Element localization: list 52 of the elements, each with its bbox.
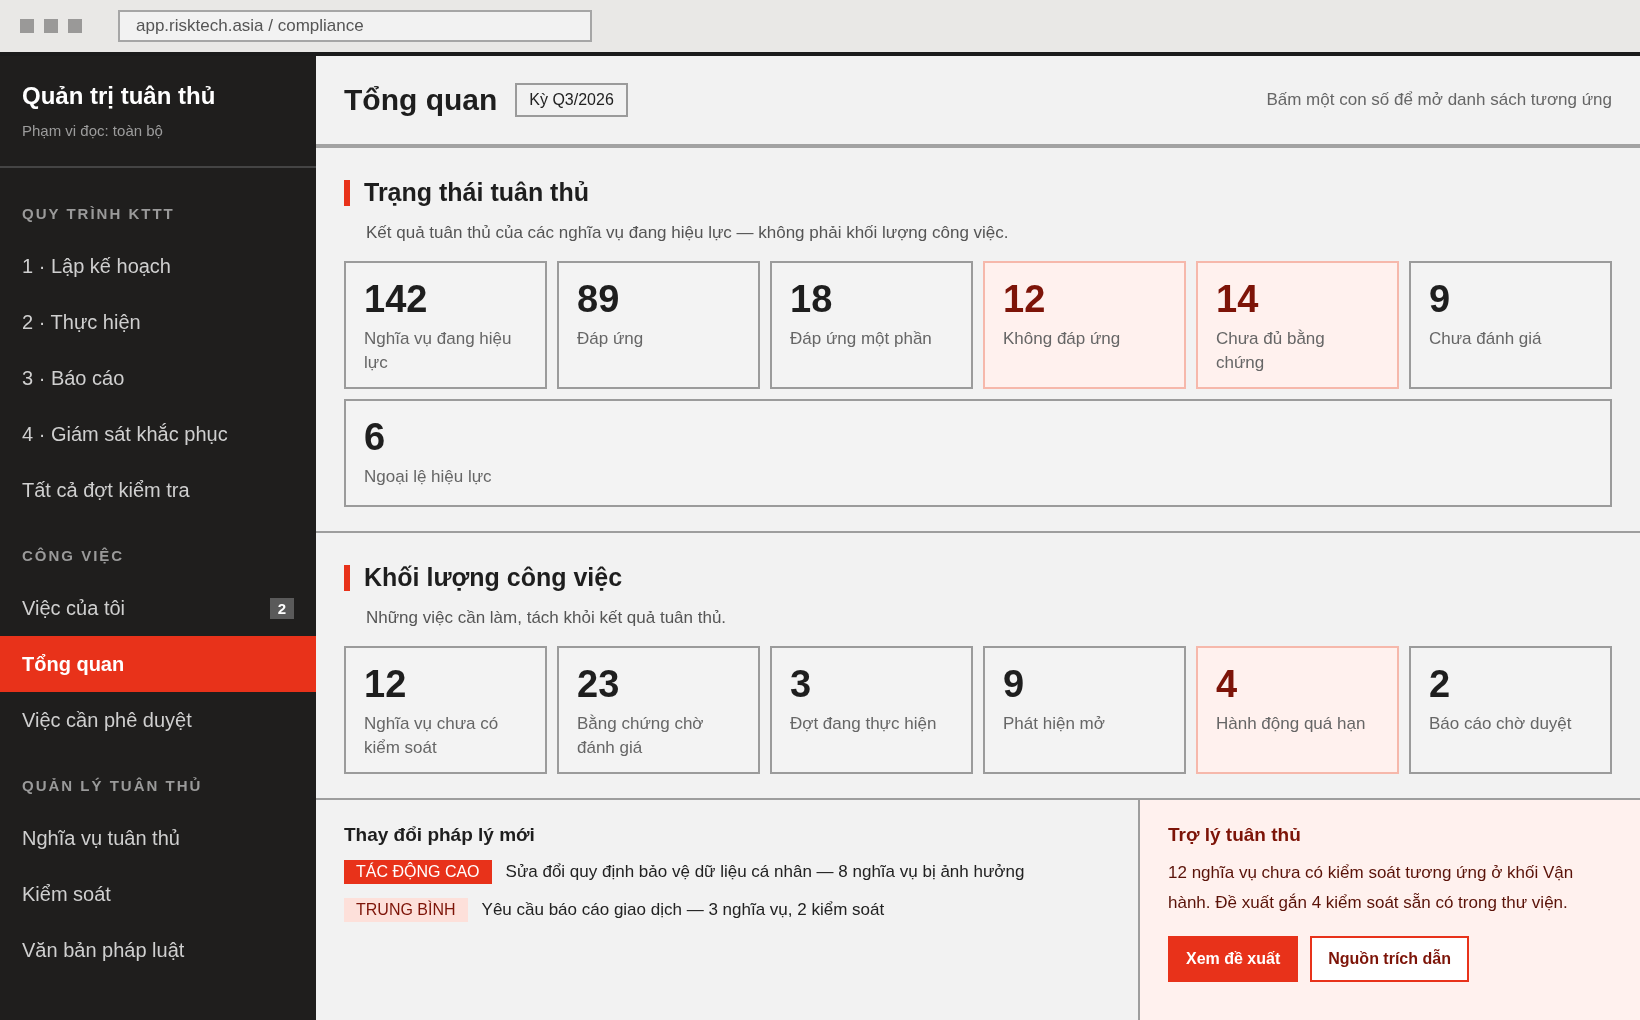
stat-card[interactable]: 89 Đáp ứng (557, 261, 760, 389)
nav-item[interactable]: 3 · Báo cáo (0, 350, 316, 406)
section-description: Những việc cần làm, tách khỏi kết quả tuân thủ. (366, 608, 727, 628)
window-control-icon[interactable] (20, 19, 34, 33)
address-field[interactable]: app.risktech.asia / compliance (118, 10, 592, 42)
count-badge: 2 (269, 597, 294, 619)
stat-card[interactable]: 9 Phát hiện mở (983, 646, 1186, 774)
nav-item[interactable]: Kiểm soát (0, 866, 316, 922)
stat-card[interactable]: 142 Nghĩa vụ đang hiệu lực (344, 261, 547, 389)
stat-card[interactable]: 6 Ngoại lệ hiệu lực (344, 399, 1612, 507)
stat-card[interactable]: 9 Chưa đánh giá (1409, 261, 1612, 389)
nav-item[interactable]: Nghĩa vụ tuân thủ (0, 810, 316, 866)
window-control-icon[interactable] (68, 19, 82, 33)
change-text: Yêu cầu báo cáo giao dịch — 3 nghĩa vụ, 2 kiểm soát (481, 900, 885, 920)
change-text: Sửa đổi quy định bảo vệ dữ liệu cá nhân — 8 nghĩa vụ bị ảnh hưởng (505, 862, 1025, 882)
period-badge: Kỳ Q3/2026 (515, 83, 628, 117)
nav-item[interactable]: 1 · Lập kế hoạch (0, 238, 316, 294)
stat-card[interactable]: 12 Không đáp ứng (983, 261, 1186, 389)
nav-item[interactable]: 4 · Giám sát khắc phục (0, 406, 316, 462)
stat-card[interactable]: 2 Báo cáo chờ duyệt (1409, 646, 1612, 774)
impact-tag: TÁC ĐỘNG CAO (344, 860, 492, 884)
view-suggestion-button[interactable]: Xem đề xuất (1168, 936, 1299, 982)
app-title: Quản trị tuân thủ (22, 82, 216, 110)
page-title: Tổng quan (344, 83, 498, 117)
stat-card[interactable]: 14 Chưa đủ bằng chứng (1196, 261, 1399, 389)
nav-item[interactable]: Việc của tôi 2 (0, 580, 316, 636)
nav-section-label: CÔNG VIỆC (21, 546, 126, 566)
nav-section-label: QUY TRÌNH KTTT (21, 204, 176, 224)
window-control-icon[interactable] (44, 19, 58, 33)
nav-item[interactable]: Tất cả đợt kiểm tra (0, 462, 316, 518)
section-title: Khối lượng công việc (364, 563, 623, 592)
stat-card[interactable]: 18 Đáp ứng một phần (770, 261, 973, 389)
assistant-message: 12 nghĩa vụ chưa có kiểm soát tương ứng ở khối Vận hành. Đề xuất gắn 4 kiểm soát sẵn có trong thư viện. (1168, 862, 1575, 914)
nav-section-label: QUẢN LÝ TUÂN THỦ (21, 776, 204, 796)
nav-item[interactable]: Tổng quan (0, 636, 316, 692)
accent-bar (344, 564, 350, 591)
impact-tag: TRUNG BÌNH (344, 898, 468, 922)
hint-text: Bấm một con số để mở danh sách tương ứng (1266, 90, 1612, 110)
stat-card[interactable]: 23 Bằng chứng chờ đánh giá (557, 646, 760, 774)
sources-button[interactable]: Nguồn trích dẫn (1310, 936, 1469, 982)
nav-item[interactable]: Văn bản pháp luật (0, 922, 316, 978)
section-title: Trạng thái tuân thủ (364, 178, 589, 207)
section-description: Kết quả tuân thủ của các nghĩa vụ đang hiệu lực — không phải khối lượng công việc. (366, 223, 1009, 243)
scope-label: Phạm vi đọc: toàn bộ (22, 122, 163, 139)
accent-bar (344, 179, 350, 206)
stat-card[interactable]: 3 Đợt đang thực hiện (770, 646, 973, 774)
panel-title: Thay đổi pháp lý mới (344, 824, 535, 846)
stat-card[interactable]: 12 Nghĩa vụ chưa có kiểm soát (344, 646, 547, 774)
stat-card[interactable]: 4 Hành động quá hạn (1196, 646, 1399, 774)
nav-item[interactable]: Việc cần phê duyệt (0, 692, 316, 748)
panel-title: Trợ lý tuân thủ (1168, 824, 1301, 846)
nav-item[interactable]: 2 · Thực hiện (0, 294, 316, 350)
